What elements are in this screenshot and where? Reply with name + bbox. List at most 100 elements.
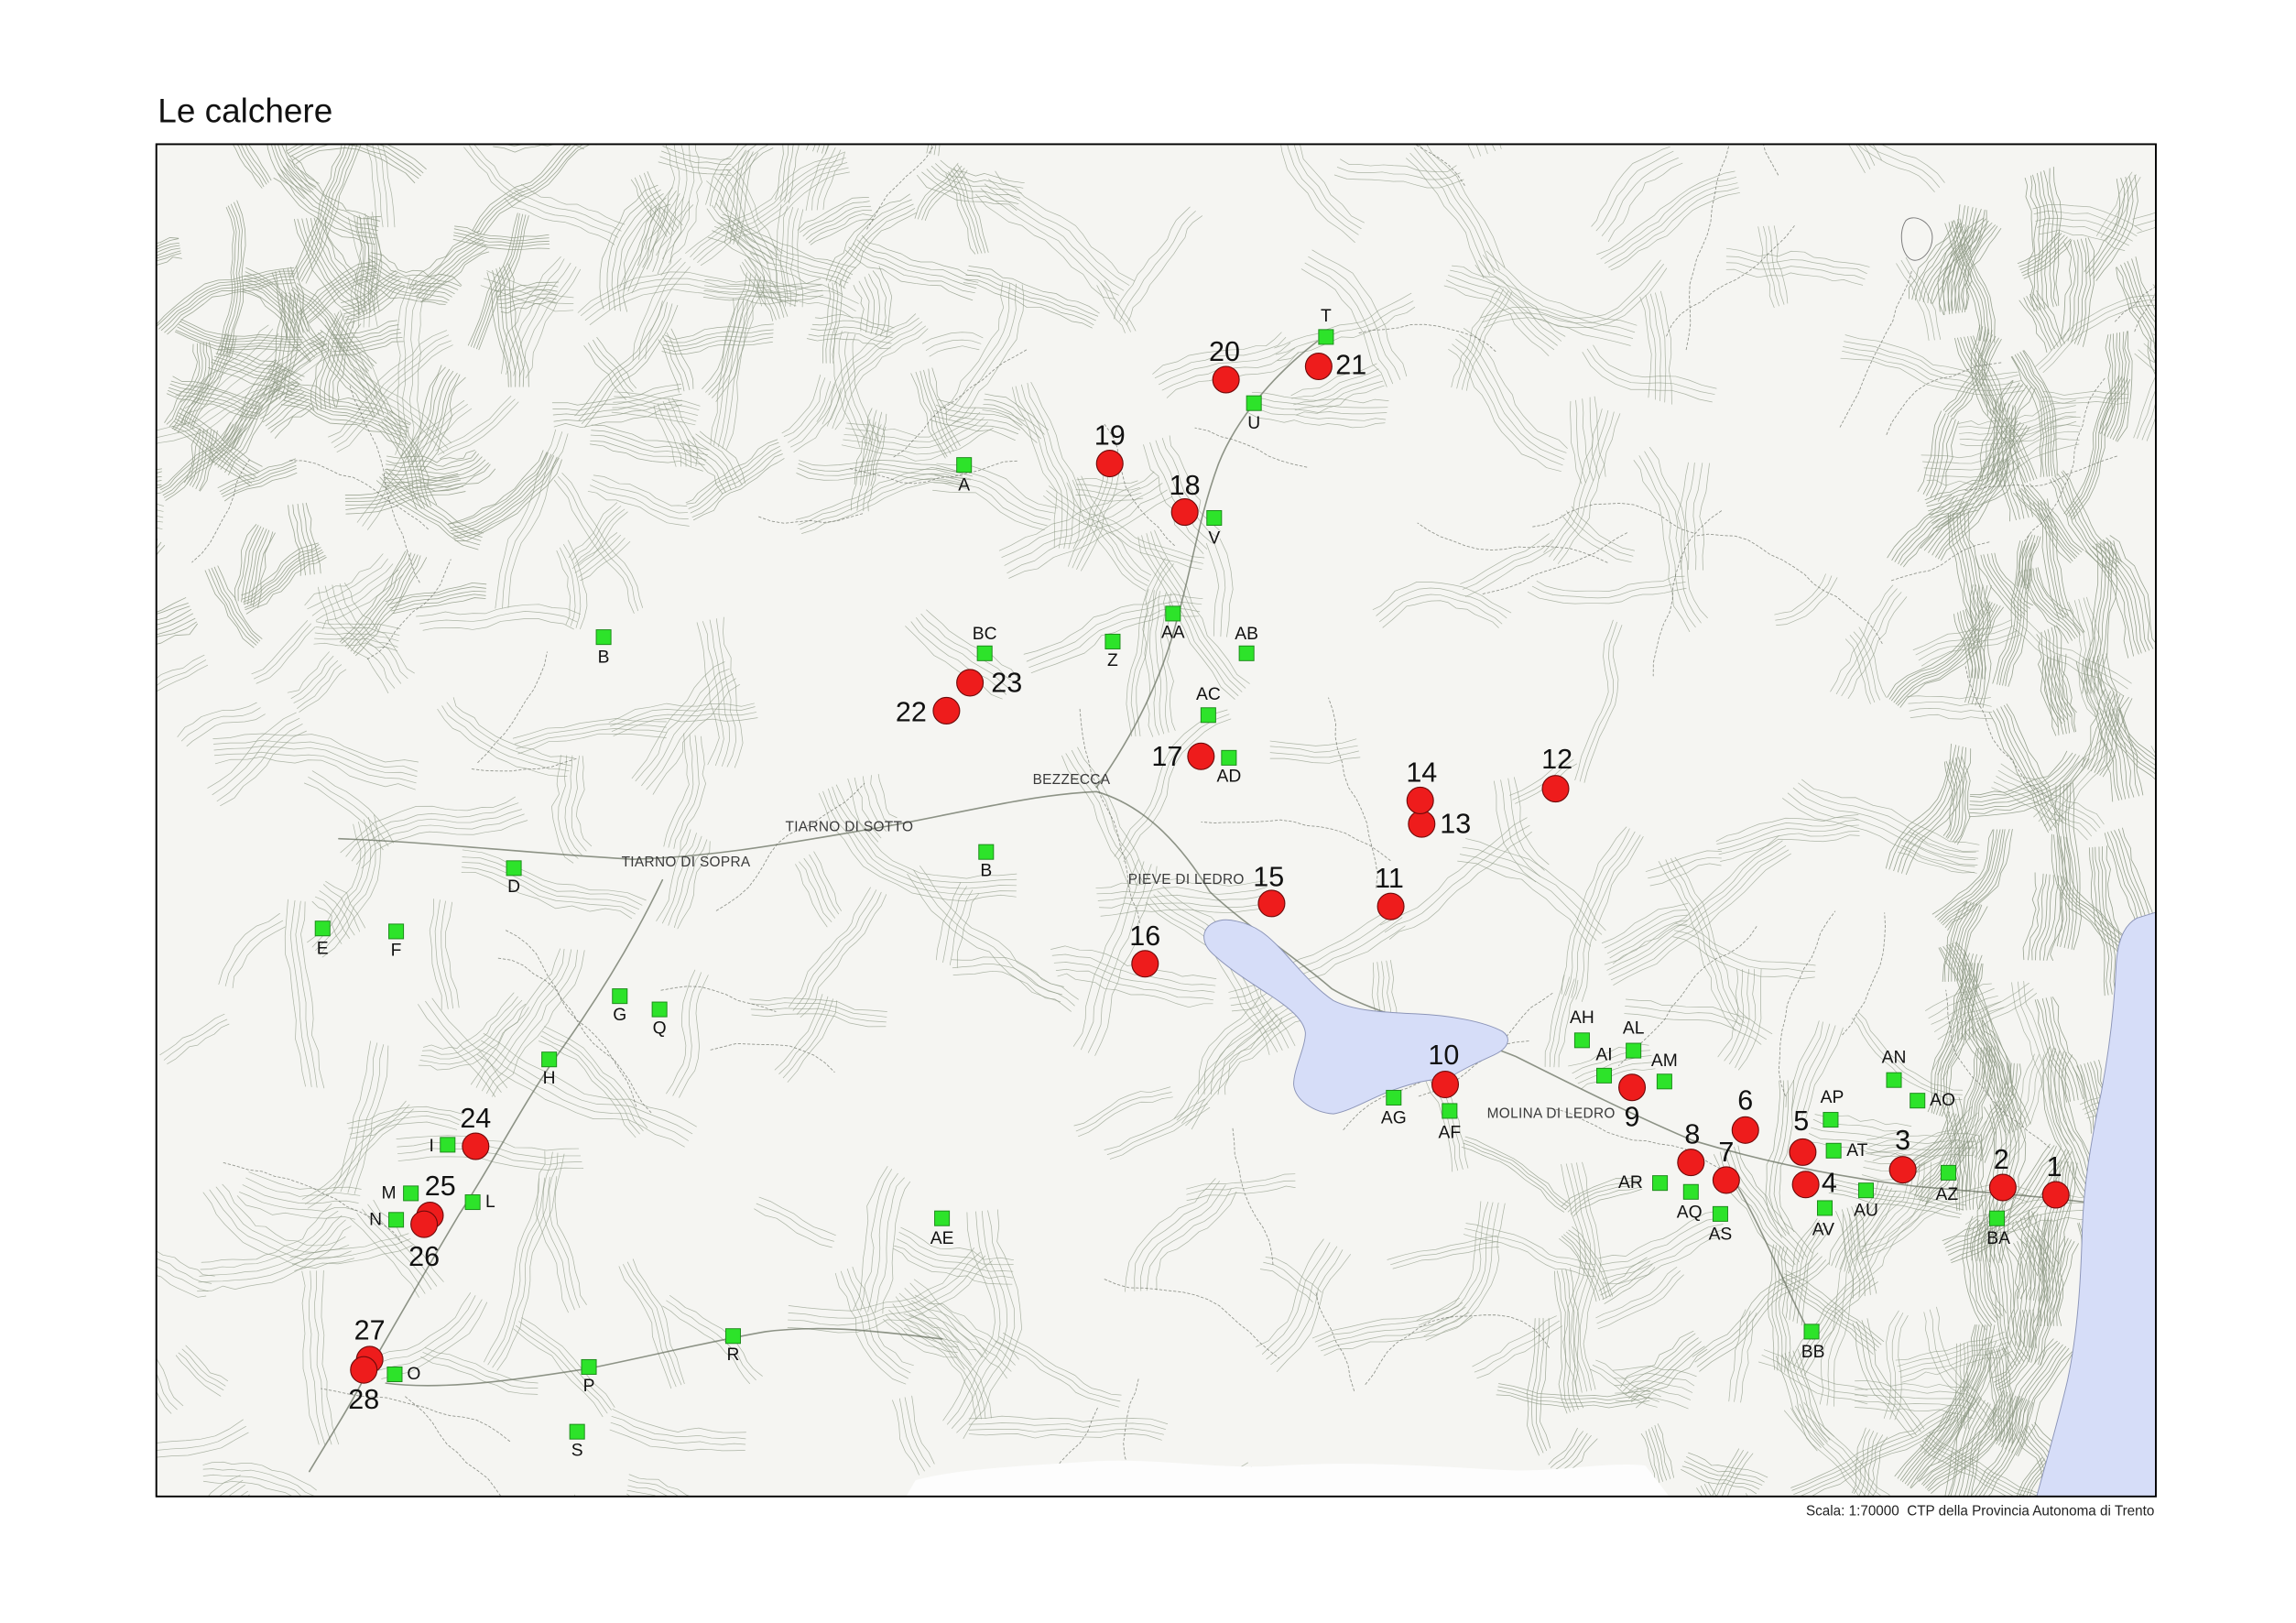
contour-line bbox=[156, 475, 162, 478]
site-label-ac: AC bbox=[1196, 685, 1221, 704]
kiln-marker-19 bbox=[1095, 450, 1124, 478]
site-label-am: AM bbox=[1651, 1051, 1678, 1071]
contour-line bbox=[156, 480, 162, 482]
site-marker-af bbox=[1442, 1103, 1458, 1119]
contour-line bbox=[1499, 144, 1502, 149]
kiln-marker-23 bbox=[956, 669, 985, 697]
kiln-label-24: 24 bbox=[460, 1103, 491, 1134]
contour-line bbox=[549, 81, 601, 140]
kiln-label-6: 6 bbox=[1737, 1085, 1753, 1116]
site-label-m: M bbox=[382, 1183, 397, 1203]
site-label-au: AU bbox=[1854, 1202, 1878, 1221]
scale-credit: Scala: 1:70000 CTP della Provincia Auton… bbox=[1806, 1504, 2154, 1520]
contour-line bbox=[626, 1489, 658, 1497]
kiln-marker-4 bbox=[1791, 1171, 1820, 1199]
site-label-h: H bbox=[543, 1069, 556, 1088]
contour-line bbox=[2170, 740, 2199, 814]
kiln-marker-1 bbox=[2041, 1181, 2070, 1209]
kiln-label-8: 8 bbox=[1684, 1119, 1700, 1150]
contour-line bbox=[2161, 278, 2224, 420]
contour-line bbox=[1372, 1492, 1384, 1497]
contour-line bbox=[239, 1490, 248, 1497]
site-label-ai: AI bbox=[1595, 1045, 1612, 1064]
kiln-marker-16 bbox=[1131, 950, 1159, 978]
contour-line bbox=[566, 1500, 650, 1604]
contour-line bbox=[1370, 1498, 1442, 1549]
kiln-label-7: 7 bbox=[1718, 1137, 1734, 1168]
site-marker-b bbox=[978, 844, 995, 860]
contour-line bbox=[2165, 742, 2193, 816]
contour-line bbox=[2152, 284, 2156, 288]
site-label-u: U bbox=[1247, 414, 1260, 433]
kiln-marker-7 bbox=[1712, 1166, 1740, 1194]
contour-line bbox=[2051, 1482, 2059, 1497]
contour-line bbox=[156, 503, 164, 507]
kiln-marker-22 bbox=[932, 696, 961, 724]
site-label-r: R bbox=[726, 1345, 739, 1365]
kiln-label-1: 1 bbox=[2047, 1151, 2062, 1182]
site-label-q: Q bbox=[653, 1018, 667, 1038]
kiln-label-15: 15 bbox=[1253, 861, 1284, 892]
contour-line bbox=[1738, 1498, 1778, 1574]
site-label-bc: BC bbox=[973, 625, 997, 644]
site-label-av: AV bbox=[1812, 1221, 1834, 1240]
kiln-label-28: 28 bbox=[348, 1384, 379, 1415]
contour-line bbox=[2149, 337, 2156, 345]
kiln-label-4: 4 bbox=[1822, 1168, 1837, 1199]
site-label-aq: AQ bbox=[1677, 1203, 1703, 1222]
site-label-ad: AD bbox=[1216, 768, 1241, 787]
contour-line bbox=[1726, 1506, 1765, 1578]
contour-line bbox=[1696, 1487, 1703, 1497]
contour-line bbox=[595, 144, 597, 146]
contour-line bbox=[1736, 53, 1782, 141]
site-marker-ab bbox=[1238, 645, 1255, 661]
site-label-i: I bbox=[429, 1137, 433, 1156]
contour-line bbox=[156, 492, 162, 495]
kiln-marker-20 bbox=[1212, 365, 1240, 394]
site-marker-q bbox=[651, 1001, 668, 1018]
site-label-af: AF bbox=[1439, 1124, 1462, 1143]
contour-line bbox=[1452, 13, 1468, 134]
kiln-label-5: 5 bbox=[1793, 1106, 1809, 1137]
kiln-label-16: 16 bbox=[1129, 920, 1160, 952]
contour-line bbox=[2138, 349, 2156, 364]
contour-line bbox=[1725, 59, 1770, 144]
contour-line bbox=[2134, 353, 2156, 373]
kiln-marker-13 bbox=[1408, 810, 1436, 838]
site-label-o: O bbox=[407, 1365, 420, 1384]
kiln-marker-18 bbox=[1170, 498, 1199, 527]
kiln-marker-26 bbox=[410, 1210, 439, 1238]
kiln-label-23: 23 bbox=[991, 667, 1022, 698]
kiln-marker-11 bbox=[1377, 892, 1405, 920]
kiln-marker-28 bbox=[350, 1356, 378, 1384]
site-marker-b bbox=[595, 629, 612, 646]
contour-line bbox=[1731, 56, 1775, 143]
site-marker-v bbox=[1206, 509, 1223, 527]
contour-line bbox=[120, 534, 151, 609]
site-marker-r bbox=[724, 1328, 741, 1345]
kiln-label-18: 18 bbox=[1170, 470, 1201, 501]
site-label-ap: AP bbox=[1821, 1088, 1844, 1107]
contour-line bbox=[246, 1494, 250, 1497]
site-marker-f bbox=[388, 923, 405, 940]
site-label-d: D bbox=[507, 877, 520, 897]
contour-line bbox=[156, 509, 164, 512]
kiln-marker-3 bbox=[1888, 1156, 1917, 1184]
contour-line bbox=[553, 77, 607, 136]
site-label-at: AT bbox=[1846, 1141, 1867, 1160]
contour-line bbox=[2160, 743, 2188, 816]
contour-line bbox=[626, 1493, 631, 1497]
site-marker-as bbox=[1712, 1205, 1728, 1222]
site-marker-z bbox=[1104, 633, 1121, 649]
site-marker-am bbox=[1656, 1073, 1672, 1090]
kiln-label-3: 3 bbox=[1895, 1125, 1910, 1156]
contour-line bbox=[933, 144, 937, 156]
kiln-marker-10 bbox=[1431, 1070, 1460, 1099]
site-label-v: V bbox=[1208, 528, 1220, 548]
contour-line bbox=[574, 1494, 576, 1497]
contour-line bbox=[1484, 144, 1488, 155]
map-frame: TIARNO DI SOPRA TIARNO DI SOTTO BEZZECCA… bbox=[120, 13, 2224, 1604]
contour-line bbox=[806, 144, 810, 150]
kiln-marker-12 bbox=[1541, 775, 1570, 803]
site-label-ag: AG bbox=[1381, 1108, 1407, 1127]
